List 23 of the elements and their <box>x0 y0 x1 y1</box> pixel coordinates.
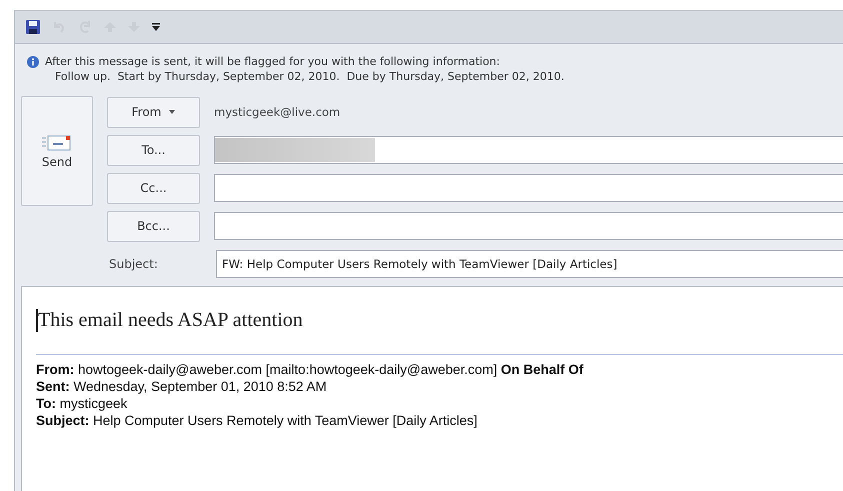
message-text: This email needs ASAP attention <box>36 309 303 332</box>
info-icon <box>27 56 39 68</box>
forwarded-header-line: Subject: Help Computer Users Remotely with TeamViewer [Daily Articles] <box>36 412 478 429</box>
forwarded-header-line: To: mysticgeek <box>36 395 128 412</box>
forwarded-header-line: From: howtogeek-daily@aweber.com [mailto:howtogeek-daily@aweber.com] On Behalf Of <box>36 361 584 378</box>
recipient-field[interactable] <box>214 212 843 240</box>
subject-field[interactable]: FW: Help Computer Users Remotely with TeamViewer [Daily Articles] <box>216 250 843 278</box>
sender-address: mysticgeek@live.com <box>214 105 340 119</box>
info-text: Follow up. Start by Thursday, September 02, 2010. Due by Thursday, September 02, 2010. <box>54 69 564 84</box>
send-button[interactable]: Send <box>21 96 93 206</box>
envelope-icon <box>42 133 72 153</box>
recipient-button[interactable]: Cc... <box>107 172 200 204</box>
recipient-field[interactable] <box>214 136 843 164</box>
recipient-field[interactable] <box>214 174 843 202</box>
subject-label: Subject: <box>108 257 159 271</box>
info-text: After this message is sent, it will be flagged for you with the following information: <box>45 54 501 69</box>
recipient-button[interactable]: To... <box>107 134 200 166</box>
message-body[interactable] <box>21 286 843 491</box>
recipient-button[interactable]: Bcc... <box>107 210 200 242</box>
from-button[interactable]: From <box>107 96 200 128</box>
save-icon[interactable] <box>25 19 41 35</box>
forwarded-header-line: Sent: Wednesday, September 01, 2010 8:52 AM <box>36 378 328 395</box>
customize-toolbar-icon[interactable] <box>151 22 161 32</box>
